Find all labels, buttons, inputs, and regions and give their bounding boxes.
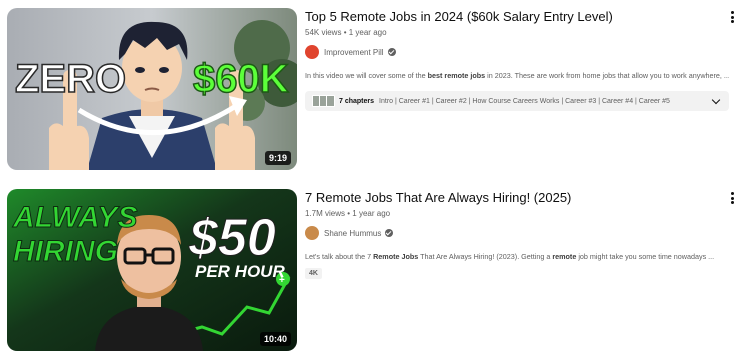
thumb-text-amount: $50 (188, 209, 276, 267)
video-thumbnail[interactable]: ZERO $60K 9:19 (7, 8, 297, 170)
thumb-text-line2: HIRING (13, 235, 118, 268)
channel-name[interactable]: Improvement Pill (324, 48, 384, 57)
video-description: Let's talk about the 7 Remote Jobs That … (305, 252, 715, 261)
upload-age: 1 year ago (348, 28, 387, 37)
thumb-text-left: ZERO (15, 57, 126, 101)
video-result-1[interactable]: ZERO $60K 9:19 Top 5 Remote Jobs in 2024… (7, 8, 737, 170)
chevron-down-icon[interactable] (711, 95, 721, 105)
video-meta: 54K views • 1 year ago (305, 28, 387, 37)
thumb-text-right: $60K (193, 57, 289, 101)
upload-age: 1 year ago (352, 209, 391, 218)
video-result-2[interactable]: + ALWAYS HIRING $50 PER HOUR 10:40 7 Rem… (7, 189, 737, 351)
video-info: Top 5 Remote Jobs in 2024 ($60k Salary E… (305, 8, 729, 111)
video-meta: 1.7M views • 1 year ago (305, 209, 391, 218)
channel-row[interactable]: Improvement Pill (305, 44, 729, 60)
duration-badge: 9:19 (264, 151, 291, 165)
channel-avatar[interactable] (305, 226, 319, 240)
view-count: 54K views (305, 28, 342, 37)
thumbnail-art: + ALWAYS HIRING $50 PER HOUR (7, 189, 297, 351)
thumb-text-per: PER HOUR (195, 262, 285, 281)
chapter-thumbnail (326, 95, 335, 107)
channel-name[interactable]: Shane Hummus (324, 229, 381, 238)
chapters-bar[interactable]: 7 chapters Intro | Career #1 | Career #2… (305, 91, 729, 111)
verified-check-icon (385, 229, 394, 237)
more-vert-icon[interactable] (727, 191, 737, 205)
chapter-thumbnails (312, 95, 335, 107)
view-count: 1.7M views (305, 209, 346, 218)
chapter-list: Intro | Career #1 | Career #2 | How Cour… (379, 97, 670, 105)
thumb-text-line1: ALWAYS (12, 201, 137, 234)
video-thumbnail[interactable]: + ALWAYS HIRING $50 PER HOUR 10:40 (7, 189, 297, 351)
thumbnail-art: ZERO $60K (7, 8, 297, 170)
video-description: In this video we will cover some of the … (305, 71, 729, 80)
video-title[interactable]: Top 5 Remote Jobs in 2024 ($60k Salary E… (305, 8, 729, 25)
channel-avatar[interactable] (305, 45, 319, 59)
more-vert-icon[interactable] (727, 10, 737, 24)
chapter-count: 7 chapters (339, 97, 375, 105)
video-title[interactable]: 7 Remote Jobs That Are Always Hiring! (2… (305, 189, 729, 206)
duration-badge: 10:40 (259, 332, 291, 346)
video-info: 7 Remote Jobs That Are Always Hiring! (2… (305, 189, 729, 280)
channel-row[interactable]: Shane Hummus (305, 225, 729, 241)
verified-check-icon (387, 48, 396, 56)
quality-badge: 4K (305, 268, 322, 279)
